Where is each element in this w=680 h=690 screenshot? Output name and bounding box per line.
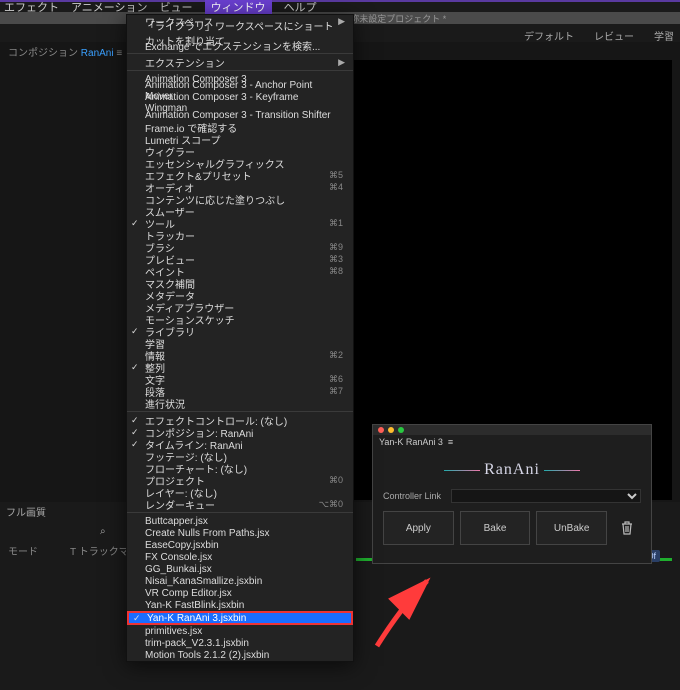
controller-link-row: Controller Link <box>373 489 651 503</box>
shortcut-label: ⌥⌘0 <box>319 499 343 510</box>
window-menu-dropdown: ワークスペース▶「ライブラリ」ワークスペースにショートカットを割り当てExcha… <box>126 14 354 662</box>
shortcut-label: ⌘0 <box>329 475 343 486</box>
bake-button[interactable]: Bake <box>460 511 531 545</box>
workspace-switcher[interactable]: デフォルト レビュー 学習 <box>524 28 674 43</box>
menu-item[interactable]: Buttcapper.jsx <box>127 515 353 527</box>
chevron-right-icon: ▶ <box>338 57 345 68</box>
menu-item[interactable]: Motion Tools 2.1.2 (2).jsxbin <box>127 649 353 661</box>
menu-bar: エフェクトアニメーションビューウィンドウヘルプ <box>0 0 680 12</box>
menu-separator <box>127 70 353 71</box>
check-icon: ✓ <box>131 439 139 450</box>
menu-item[interactable]: VR Comp Editor.jsx <box>127 587 353 599</box>
menu-item[interactable]: EaseCopy.jsxbin <box>127 539 353 551</box>
menu-item[interactable]: 進行状況 <box>127 397 353 409</box>
menu-item[interactable]: Exchange でエクステンションを検索... <box>127 39 353 51</box>
close-icon[interactable] <box>378 427 384 433</box>
trash-icon[interactable] <box>613 511 641 545</box>
menu-item[interactable]: Yan-K FastBlink.jsxbin <box>127 599 353 611</box>
menu-separator <box>127 512 353 513</box>
shortcut-label: ⌘6 <box>329 374 343 385</box>
ranani-panel: Yan-K RanAni 3 ≡ RanAni Controller Link … <box>372 424 652 564</box>
check-icon: ✓ <box>131 427 139 438</box>
workspace-デフォルト[interactable]: デフォルト <box>524 28 574 43</box>
timeline-column[interactable]: モード <box>8 543 38 558</box>
workspace-学習[interactable]: 学習 <box>654 28 674 43</box>
menu-item[interactable]: trim-pack_V2.3.1.jsxbin <box>127 637 353 649</box>
menu-item[interactable]: Nisai_KanaSmallize.jsxbin <box>127 575 353 587</box>
menu-エフェクト[interactable]: エフェクト <box>4 0 59 15</box>
shortcut-label: ⌘1 <box>329 218 343 229</box>
unbake-button[interactable]: UnBake <box>536 511 607 545</box>
shortcut-label: ⌘3 <box>329 254 343 265</box>
check-icon: ✓ <box>131 218 139 229</box>
menu-item[interactable]: エクステンション▶ <box>127 56 353 68</box>
menu-item[interactable]: GG_Bunkai.jsx <box>127 563 353 575</box>
shortcut-label: ⌘7 <box>329 386 343 397</box>
check-icon: ✓ <box>131 415 139 426</box>
apply-button[interactable]: Apply <box>383 511 454 545</box>
check-icon: ✓ <box>131 362 139 373</box>
composition-tab-label[interactable]: コンポジション RanAni ≡ <box>2 42 128 61</box>
ranani-logo: RanAni <box>373 461 651 479</box>
shortcut-label: ⌘4 <box>329 182 343 193</box>
check-icon: ✓ <box>133 613 141 624</box>
quality-dropdown[interactable]: フル画質 <box>6 504 46 519</box>
panel-tab-title: Yan-K RanAni 3 ≡ <box>373 435 651 449</box>
shortcut-label: ⌘5 <box>329 170 343 181</box>
shortcut-label: ⌘8 <box>329 266 343 277</box>
check-icon: ✓ <box>131 326 139 337</box>
search-icon[interactable]: ⌕ <box>100 526 106 537</box>
menu-item[interactable]: Animation Composer 3 - Keyframe Wingman <box>127 97 353 109</box>
workspace-レビュー[interactable]: レビュー <box>594 28 634 43</box>
controller-link-select[interactable] <box>451 489 641 503</box>
panel-chrome <box>373 425 651 435</box>
tab-menu-icon[interactable]: ≡ <box>116 48 122 59</box>
minimize-icon[interactable] <box>388 427 394 433</box>
menu-item[interactable]: Create Nulls From Paths.jsx <box>127 527 353 539</box>
menu-アニメーション[interactable]: アニメーション <box>71 0 148 15</box>
chevron-right-icon: ▶ <box>338 16 345 27</box>
menu-item[interactable]: primitives.jsx <box>127 625 353 637</box>
menu-item[interactable]: レンダーキュー⌥⌘0 <box>127 498 353 510</box>
menu-item[interactable]: ✓Yan-K RanAni 3.jsxbin <box>127 611 353 625</box>
menu-item[interactable]: FX Console.jsx <box>127 551 353 563</box>
shortcut-label: ⌘2 <box>329 350 343 361</box>
shortcut-label: ⌘9 <box>329 242 343 253</box>
zoom-icon[interactable] <box>398 427 404 433</box>
